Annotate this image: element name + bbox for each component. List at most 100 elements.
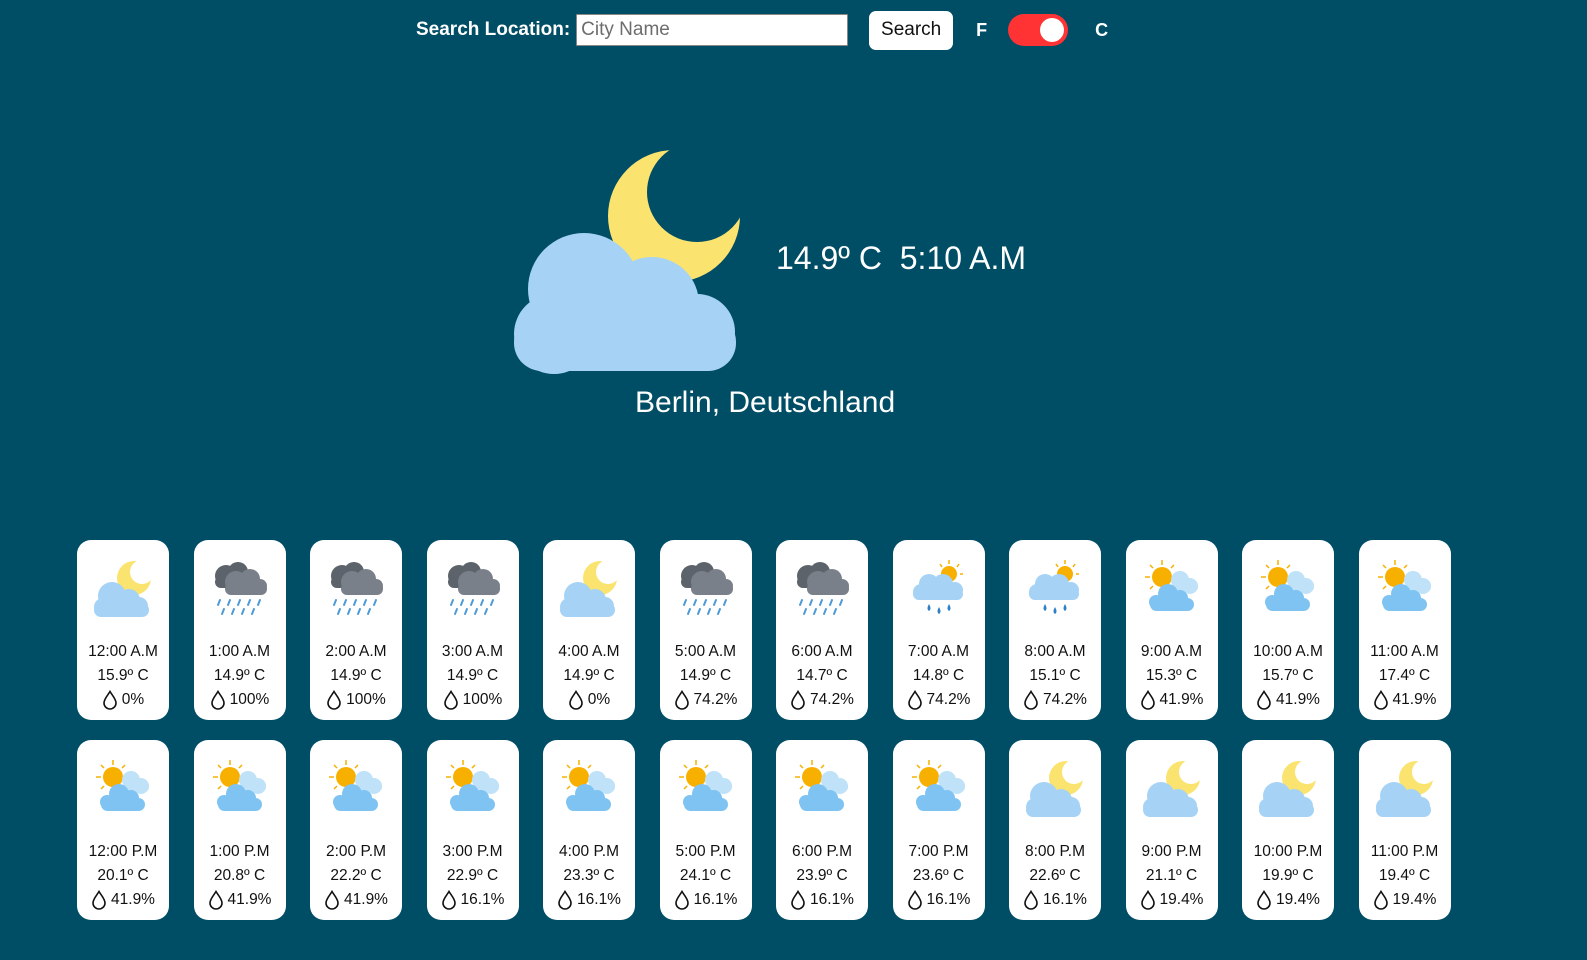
water-drop-icon <box>102 690 117 710</box>
hourly-time: 2:00 P.M <box>325 843 387 860</box>
moon-cloud-icon <box>77 556 169 620</box>
water-drop-icon <box>441 890 456 910</box>
partly-cloudy-icon <box>77 756 169 820</box>
hourly-time: 3:00 A.M <box>441 643 504 660</box>
hourly-temp: 20.1º C <box>97 867 149 884</box>
current-reading: 14.9º C 5:10 A.M <box>776 240 1027 276</box>
hourly-humidity: 74.2% <box>893 688 985 712</box>
water-drop-icon <box>674 690 689 710</box>
hourly-time: 7:00 P.M <box>908 843 969 860</box>
hourly-time: 11:00 A.M <box>1370 643 1439 660</box>
water-drop-icon <box>443 690 458 710</box>
hourly-temp: 14.9º C <box>446 667 499 684</box>
hourly-temp: 22.9º C <box>446 867 499 884</box>
hourly-card: 3:00 P.M 22.9º C 16.1% <box>426 740 519 920</box>
hourly-temp: 22.6º C <box>1029 867 1081 884</box>
hourly-temp: 23.6º C <box>912 867 965 884</box>
water-drop-icon <box>1024 690 1038 710</box>
hourly-card: 4:00 A.M 14.9º C 0% <box>543 540 635 720</box>
fahrenheit-label: F <box>976 19 988 40</box>
hourly-temp: 17.4º C <box>1378 667 1431 684</box>
humidity-value: 16.1% <box>1043 891 1087 908</box>
hourly-temp: 14.7º C <box>796 667 848 684</box>
hourly-time: 6:00 A.M <box>791 643 853 660</box>
hourly-card: 7:00 P.M 23.6º C 16.1% <box>892 740 985 920</box>
sun-rain-icon <box>893 556 985 620</box>
hourly-temp: 14.9º C <box>330 667 382 684</box>
humidity-value: 74.2% <box>1043 691 1087 708</box>
hourly-temp: 24.1º C <box>679 867 732 884</box>
water-drop-icon <box>92 890 106 910</box>
hourly-card: 2:00 P.M 22.2º C 41.9% <box>310 740 402 920</box>
hourly-time: 4:00 P.M <box>558 843 620 860</box>
hourly-card: 12:00 P.M 20.1º C 41.9% <box>77 740 169 920</box>
hourly-time: 10:00 A.M <box>1253 643 1323 660</box>
hourly-time: 5:00 P.M <box>675 843 736 860</box>
humidity-value: 16.1% <box>693 891 738 908</box>
partly-cloudy-icon <box>543 756 635 820</box>
water-drop-icon <box>791 690 805 710</box>
hourly-time: 6:00 P.M <box>791 843 853 860</box>
search-button[interactable]: Search <box>869 10 954 50</box>
humidity-value: 100% <box>229 691 270 708</box>
humidity-value: 100% <box>346 691 386 708</box>
humidity-value: 100% <box>462 691 503 708</box>
water-drop-icon <box>1140 690 1155 710</box>
hourly-humidity: 16.1% <box>660 888 752 912</box>
hourly-card: 1:00 A.M 14.9º C 100% <box>193 540 286 720</box>
partly-cloudy-icon <box>427 756 519 820</box>
hourly-temp: 23.3º C <box>563 867 615 884</box>
hourly-humidity: 74.2% <box>660 688 752 712</box>
hourly-humidity: 16.1% <box>543 888 635 912</box>
water-drop-icon <box>568 690 583 710</box>
search-input[interactable] <box>576 14 849 46</box>
hourly-temp: 15.3º C <box>1145 667 1198 684</box>
rain-cloud-icon <box>776 556 868 620</box>
humidity-value: 19.4% <box>1276 891 1320 908</box>
hourly-card: 5:00 P.M 24.1º C 16.1% <box>659 740 752 920</box>
hourly-card: 11:00 P.M 19.4º C 19.4% <box>1358 740 1451 920</box>
hourly-card: 8:00 P.M 22.6º C 16.1% <box>1009 740 1101 920</box>
hourly-temp: 14.9º C <box>563 667 615 684</box>
partly-cloudy-icon <box>1126 556 1218 620</box>
water-drop-icon <box>325 890 339 910</box>
humidity-value: 16.1% <box>810 891 854 908</box>
hourly-card: 10:00 P.M 19.9º C 19.4% <box>1242 740 1334 920</box>
hourly-humidity: 74.2% <box>1009 688 1101 712</box>
partly-cloudy-icon <box>893 756 985 820</box>
current-location: Berlin, Deutschland <box>635 386 896 419</box>
hourly-humidity: 100% <box>194 688 286 712</box>
hourly-temp: 23.9º C <box>796 867 848 884</box>
partly-cloudy-icon <box>776 756 868 820</box>
hourly-card: 4:00 P.M 23.3º C 16.1% <box>543 740 635 920</box>
hourly-time: 1:00 A.M <box>208 643 271 660</box>
hourly-time: 9:00 A.M <box>1140 643 1203 660</box>
hourly-time: 8:00 A.M <box>1024 643 1086 660</box>
hourly-time: 2:00 A.M <box>325 643 387 660</box>
hourly-humidity: 41.9% <box>310 888 402 912</box>
moon-cloud-icon <box>1126 756 1218 820</box>
hourly-humidity: 100% <box>310 688 402 712</box>
humidity-value: 19.4% <box>1392 891 1437 908</box>
toggle-knob <box>1040 18 1065 42</box>
water-drop-icon <box>1140 890 1155 910</box>
humidity-value: 16.1% <box>577 891 621 908</box>
hourly-humidity: 41.9% <box>194 888 286 912</box>
water-drop-icon <box>327 690 341 710</box>
hourly-time: 8:00 P.M <box>1024 843 1086 860</box>
partly-cloudy-icon <box>660 756 752 820</box>
rain-cloud-icon <box>310 556 402 620</box>
partly-cloudy-icon <box>1359 556 1451 620</box>
hourly-card: 1:00 P.M 20.8º C 41.9% <box>193 740 286 920</box>
sun-rain-icon <box>1009 556 1101 620</box>
humidity-value: 19.4% <box>1159 891 1204 908</box>
hourly-time: 7:00 A.M <box>907 643 970 660</box>
hourly-time: 10:00 P.M <box>1253 843 1323 860</box>
hourly-card: 9:00 P.M 21.1º C 19.4% <box>1125 740 1218 920</box>
humidity-value: 41.9% <box>1159 691 1204 708</box>
hourly-humidity: 41.9% <box>1359 688 1451 712</box>
moon-cloud-icon <box>512 144 752 376</box>
humidity-value: 41.9% <box>1392 691 1437 708</box>
unit-toggle[interactable] <box>1008 14 1069 46</box>
hourly-time: 5:00 A.M <box>674 643 737 660</box>
